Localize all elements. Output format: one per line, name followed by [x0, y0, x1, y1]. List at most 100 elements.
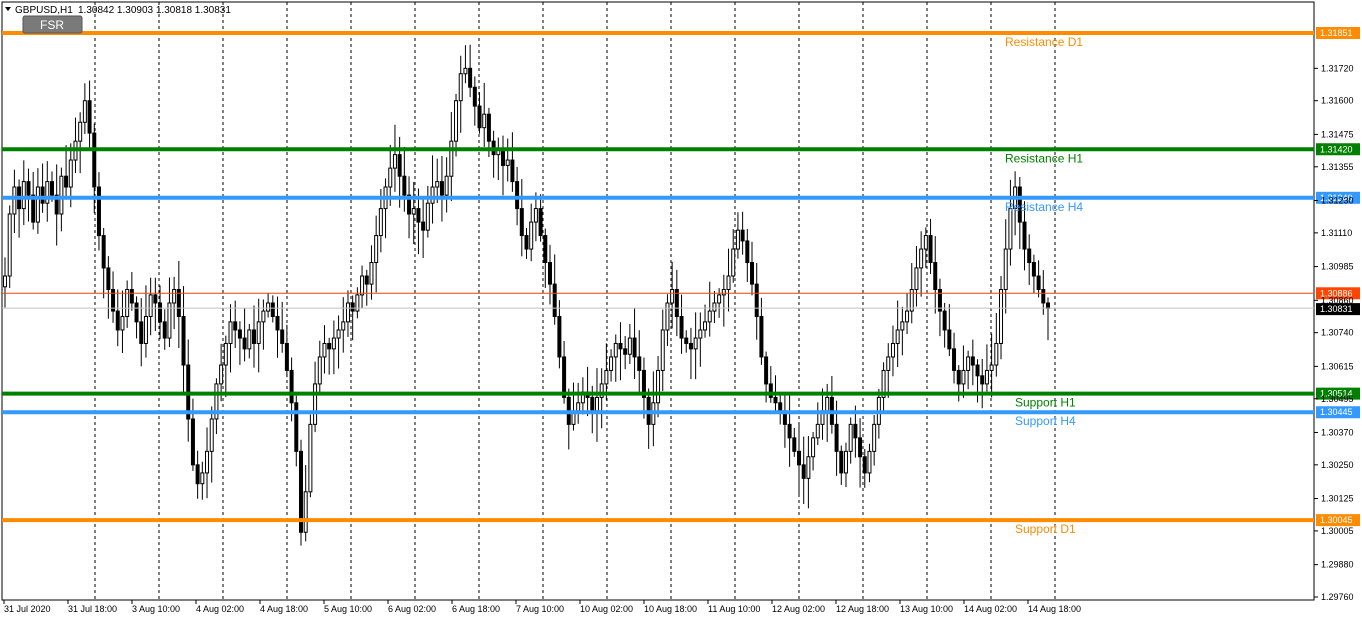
bear-candle [773, 396, 778, 404]
bull-candle [120, 315, 125, 331]
level-label: Support H1 [1015, 396, 1076, 410]
bear-candle [975, 364, 980, 377]
bear-candle [787, 423, 792, 439]
y-tick-label: 1.30860 [1321, 295, 1354, 305]
bull-candle [703, 321, 708, 331]
y-tick-label: 1.31110 [1321, 228, 1352, 238]
bear-candle [933, 262, 938, 291]
price-chart[interactable]: Resistance D1 1.31851 Resistance H1 1.31420… [0, 0, 1362, 621]
level-price-tag-text: 1.30445 [1320, 407, 1353, 417]
bull-candle [454, 100, 459, 142]
bull-candle [308, 423, 313, 493]
x-tick-label: 3 Aug 10:00 [132, 604, 180, 614]
bear-candle [547, 262, 552, 285]
bear-candle [834, 423, 839, 452]
bear-candle [947, 329, 952, 350]
bear-candle [87, 100, 92, 134]
x-tick-label: 4 Aug 02:00 [196, 604, 244, 614]
x-tick-label: 4 Aug 18:00 [260, 604, 308, 614]
bull-candle [533, 208, 538, 223]
bear-candle [796, 450, 801, 466]
bear-candle [538, 208, 543, 237]
bear-candle [1031, 262, 1036, 277]
bull-candle [529, 221, 534, 250]
bear-candle [195, 464, 200, 485]
bear-candle [477, 105, 482, 129]
bull-candle [660, 329, 665, 371]
y-tick-label: 1.30740 [1321, 328, 1354, 338]
bear-candle [252, 329, 257, 344]
bear-candle [618, 342, 623, 350]
bear-candle [858, 437, 863, 458]
x-tick-label: 5 Aug 10:00 [324, 604, 372, 614]
bull-candle [811, 437, 816, 458]
bear-candle [543, 235, 548, 264]
bull-candle [200, 472, 205, 485]
time-axis: 31 Jul 2020 31 Jul 18:00 3 Aug 10:00 4 Aug … [3, 600, 1081, 614]
bull-candle [7, 213, 12, 277]
bear-candle [552, 283, 557, 317]
bull-candle [378, 208, 383, 237]
x-tick-label: 31 Jul 2020 [4, 604, 51, 614]
bear-candle [928, 235, 933, 264]
fsr-button[interactable]: FSR [22, 15, 83, 34]
bear-candle [750, 262, 755, 285]
bull-candle [219, 364, 224, 385]
x-tick-label: 10 Aug 18:00 [644, 604, 697, 614]
bull-candle [223, 342, 228, 366]
x-tick-label: 31 Jul 18:00 [68, 604, 117, 614]
x-tick-label: 10 Aug 02:00 [580, 604, 633, 614]
bull-candle [444, 175, 449, 196]
bear-candle [1022, 221, 1027, 250]
x-tick-label: 13 Aug 10:00 [900, 604, 953, 614]
bull-candle [45, 181, 50, 204]
bull-candle [374, 235, 379, 264]
bull-candle [143, 315, 148, 344]
bull-candle [627, 337, 632, 355]
x-tick-label: 12 Aug 02:00 [772, 604, 825, 614]
bear-candle [590, 396, 595, 412]
y-tick-label: 1.30495 [1321, 394, 1354, 404]
ohlc-text: 1.30842 1.30903 1.30818 1.30831 [78, 5, 231, 16]
bull-candle [1003, 248, 1008, 291]
y-tick-label: 1.31475 [1321, 129, 1354, 139]
bull-candle [336, 329, 341, 339]
bear-candle [190, 418, 195, 466]
bull-candle [482, 113, 487, 129]
bear-candle [1041, 289, 1046, 304]
bear-candle [101, 235, 106, 269]
x-tick-label: 11 Aug 10:00 [708, 604, 760, 614]
bear-candle [472, 86, 477, 107]
bear-candle [92, 132, 97, 188]
fsr-button-label: FSR [40, 18, 64, 32]
bear-candle [519, 208, 524, 237]
bear-candle [294, 402, 299, 452]
y-tick-label: 1.31600 [1321, 96, 1354, 106]
bear-candle [397, 154, 402, 177]
bull-candle [303, 491, 308, 533]
bear-candle [364, 275, 369, 285]
level-label: Resistance D1 [1005, 35, 1083, 49]
bull-candle [345, 302, 350, 323]
bear-candle [129, 289, 134, 304]
bear-candle [632, 337, 637, 358]
bear-candle [162, 321, 167, 339]
y-tick-label: 1.29760 [1321, 592, 1354, 602]
bull-candle [331, 337, 336, 350]
bull-candle [815, 423, 820, 439]
bull-candle [449, 140, 454, 177]
bear-candle [233, 321, 238, 331]
bull-candle [726, 275, 731, 291]
bull-candle [1008, 208, 1013, 250]
bull-candle [999, 289, 1004, 344]
bear-candle [1027, 248, 1032, 264]
y-tick-label: 1.29880 [1321, 560, 1354, 570]
bull-candle [59, 175, 64, 215]
bear-candle [637, 356, 642, 371]
bull-candle [806, 456, 811, 479]
bear-candle [754, 283, 759, 317]
bear-candle [139, 321, 144, 344]
bull-candle [12, 186, 17, 215]
bear-candle [402, 175, 407, 196]
bull-candle [425, 202, 430, 231]
